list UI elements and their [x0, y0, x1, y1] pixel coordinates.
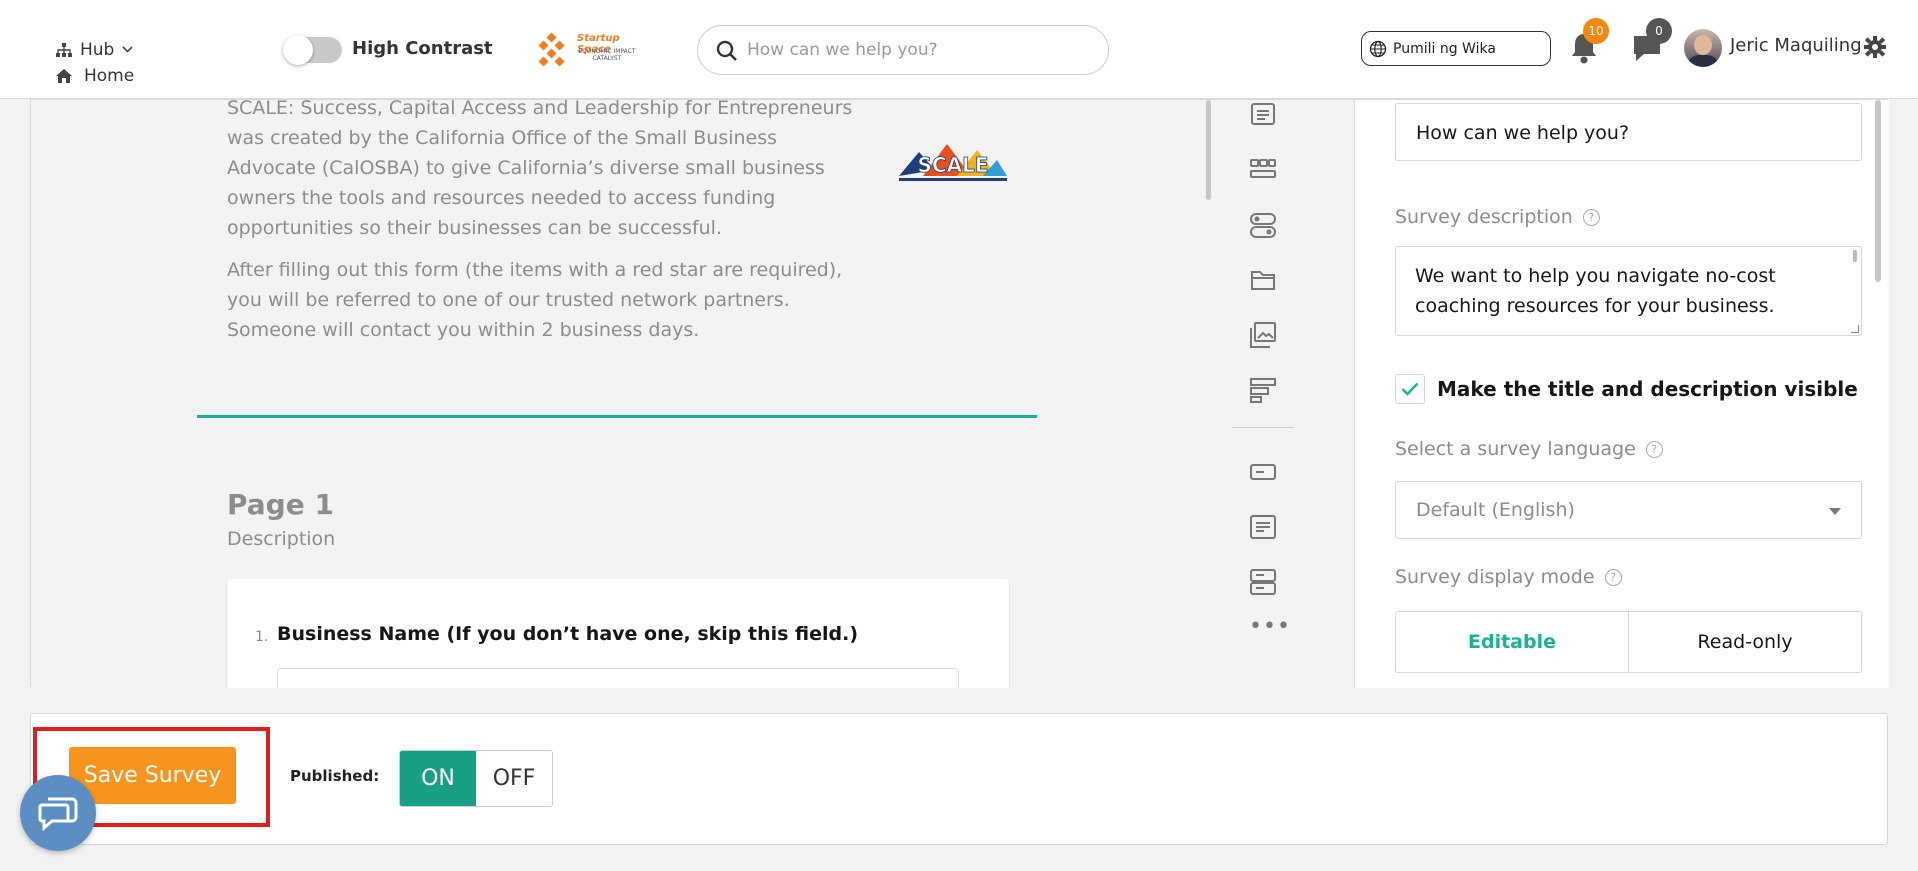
hub-label: Hub: [80, 40, 115, 60]
brand-mark-icon: [538, 32, 565, 67]
property-grid: Survey description ? We want to help you…: [1354, 100, 1889, 688]
published-on-button[interactable]: ON: [400, 751, 476, 806]
home-icon: [56, 69, 72, 83]
toolbox: •••: [1212, 100, 1354, 688]
intro-paragraph: SCALE: Success, Capital Access and Leade…: [227, 100, 853, 239]
check-icon: [1401, 382, 1419, 396]
published-off-button[interactable]: OFF: [476, 751, 552, 806]
design-canvas[interactable]: SCALE: Success, Capital Access and Leade…: [31, 100, 1212, 688]
messages-badge: 0: [1646, 18, 1672, 44]
published-label: Published:: [290, 767, 380, 785]
notifications-badge: 10: [1583, 18, 1609, 44]
ranking-icon[interactable]: [1250, 377, 1276, 403]
label-text: Survey display mode: [1395, 566, 1595, 588]
toggle-icon[interactable]: [1250, 212, 1276, 238]
survey-title-input[interactable]: [1416, 118, 1836, 148]
survey-description-textarea[interactable]: We want to help you navigate no-cost coa…: [1415, 261, 1835, 323]
question-text-input[interactable]: [277, 668, 959, 688]
canvas-scrollbar[interactable]: [1206, 100, 1211, 200]
header-divider: [197, 415, 1037, 418]
mode-editable-button[interactable]: Editable: [1396, 612, 1628, 672]
brand-subtitle: ECONOMIC IMPACT CATALYST: [578, 48, 636, 62]
title-visible-checkbox[interactable]: Make the title and description visible: [1395, 374, 1858, 404]
user-name[interactable]: Jeric Maquiling: [1730, 35, 1862, 56]
high-contrast-toggle[interactable]: [283, 35, 342, 65]
single-input-icon[interactable]: [1250, 459, 1276, 485]
hub-menu[interactable]: Hub: [56, 40, 133, 60]
search-input[interactable]: [747, 35, 1087, 65]
label-text: Select a survey language: [1395, 438, 1636, 460]
startup-space-logo[interactable]: Startup Space ECONOMIC IMPACT CATALYST: [534, 30, 644, 72]
page-description[interactable]: Description: [227, 528, 335, 550]
mode-readonly-button[interactable]: Read-only: [1628, 612, 1861, 672]
more-tools-icon[interactable]: •••: [1249, 616, 1291, 638]
label-text: Survey description: [1395, 206, 1573, 228]
help-icon[interactable]: ?: [1582, 208, 1600, 226]
survey-language-select[interactable]: Default (English): [1395, 481, 1862, 539]
published-toggle: ON OFF: [399, 750, 553, 807]
gear-icon[interactable]: [1864, 36, 1886, 58]
survey-title-field[interactable]: [1395, 103, 1862, 161]
display-mode-label: Survey display mode ?: [1395, 566, 1622, 588]
display-mode-switch: Editable Read-only: [1395, 611, 1862, 673]
question-card[interactable]: 1. Business Name (If you don’t have one,…: [227, 579, 1009, 688]
file-icon[interactable]: [1250, 267, 1276, 293]
survey-intro-text: SCALE: Success, Capital Access and Leade…: [227, 100, 867, 345]
chevron-down-icon: [122, 46, 133, 53]
rating-icon[interactable]: [1250, 156, 1276, 182]
survey-description-field[interactable]: We want to help you navigate no-cost coa…: [1395, 246, 1862, 336]
select-value: Default (English): [1416, 499, 1575, 521]
resize-handle-icon[interactable]: [1851, 325, 1859, 333]
home-link[interactable]: Home: [56, 66, 134, 86]
textarea-scrollbar[interactable]: [1853, 250, 1857, 262]
survey-description-label: Survey description ?: [1395, 206, 1600, 228]
survey-language-label: Select a survey language ?: [1395, 438, 1663, 460]
scale-logo: SCALE: [899, 144, 1007, 181]
toggle-knob: [283, 35, 313, 65]
scale-logo-text: SCALE: [918, 153, 989, 177]
avatar-face: [1694, 35, 1712, 55]
search-icon: [716, 40, 737, 61]
page-footer-strip: [0, 858, 1918, 871]
multiple-text-icon[interactable]: [1250, 569, 1276, 595]
comment-icon[interactable]: [1250, 514, 1276, 540]
save-survey-button[interactable]: Save Survey: [69, 747, 236, 804]
top-navbar: Hub Home High Contrast Startup Space ECO…: [0, 0, 1918, 99]
sitemap-icon: [56, 42, 72, 57]
help-icon[interactable]: ?: [1604, 568, 1622, 586]
language-label: Pumili ng Wika: [1393, 40, 1496, 57]
user-avatar[interactable]: [1684, 29, 1722, 67]
high-contrast-label: High Contrast: [352, 38, 493, 59]
avatar-body: [1687, 55, 1719, 67]
question-title[interactable]: Business Name (If you don’t have one, sk…: [277, 623, 858, 645]
page-title[interactable]: Page 1: [227, 488, 334, 521]
home-label: Home: [84, 66, 135, 86]
question-number: 1.: [255, 629, 269, 645]
image-picker-icon[interactable]: [1250, 322, 1276, 348]
toolbox-divider: [1232, 427, 1294, 428]
intro-paragraph: After filling out this form (the items w…: [227, 259, 843, 341]
language-picker[interactable]: Pumili ng Wika: [1361, 31, 1551, 66]
globe-icon: [1369, 40, 1387, 57]
help-icon[interactable]: ?: [1645, 440, 1663, 458]
support-chat-button[interactable]: [20, 775, 96, 851]
global-search[interactable]: [697, 25, 1109, 75]
property-grid-scrollbar[interactable]: [1875, 100, 1881, 282]
chat-bubble-icon: [38, 797, 78, 831]
survey-editor: SCALE: Success, Capital Access and Leade…: [30, 99, 1889, 688]
checkbox[interactable]: [1395, 374, 1425, 404]
checkbox-label: Make the title and description visible: [1437, 377, 1858, 401]
text-icon[interactable]: [1250, 101, 1276, 127]
caret-down-icon: [1829, 508, 1841, 515]
